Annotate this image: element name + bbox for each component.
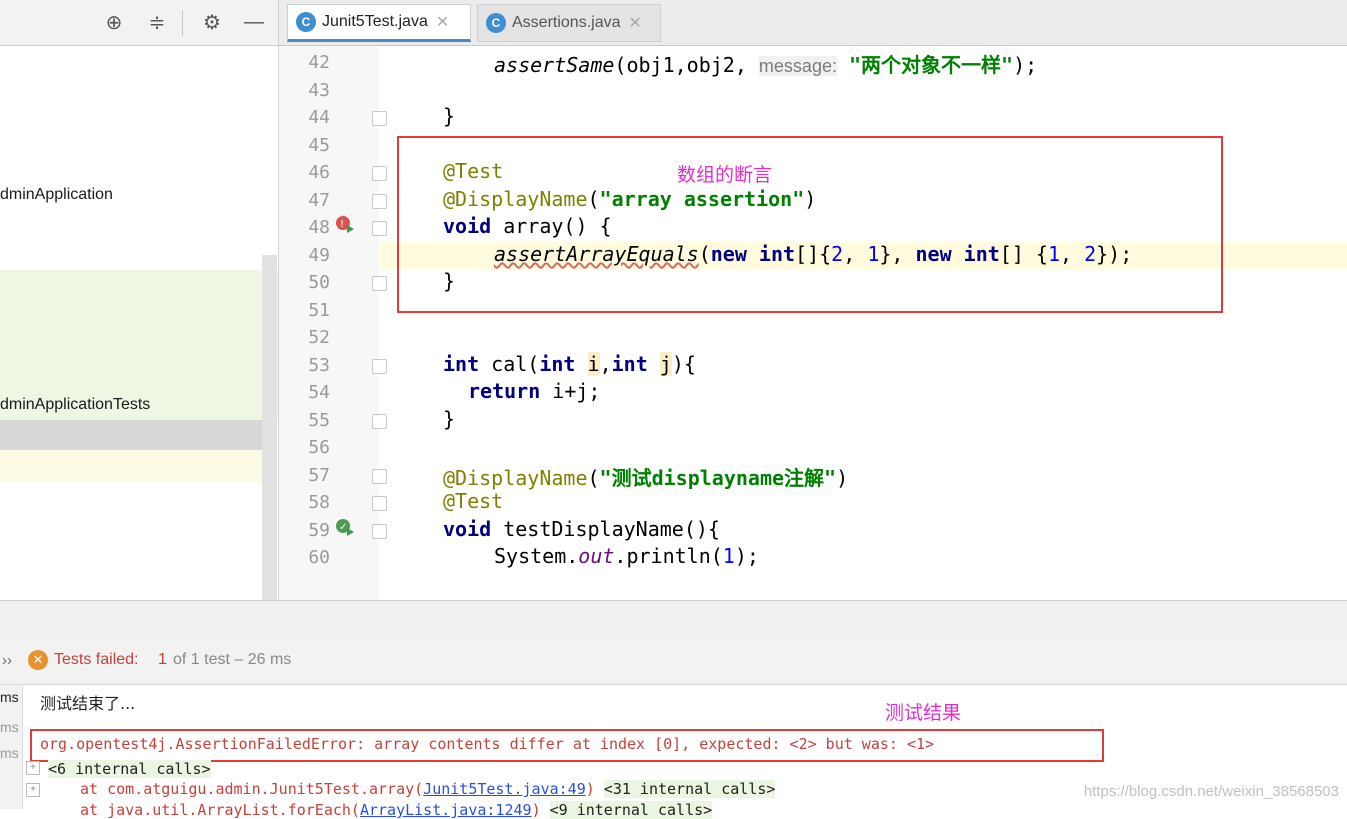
line-number: 46 xyxy=(308,162,330,183)
tests-summary: of 1 test – 26 ms xyxy=(173,651,292,668)
source-link[interactable]: Junit5Test.java:49 xyxy=(423,780,586,798)
run-passed-icon[interactable]: ✓ xyxy=(335,518,355,538)
internal-calls[interactable]: <31 internal calls> xyxy=(603,780,776,798)
tree-row-selected[interactable] xyxy=(0,420,262,450)
internal-calls[interactable]: <9 internal calls> xyxy=(549,801,713,819)
fold-marker[interactable] xyxy=(372,111,387,126)
line-number: 52 xyxy=(308,327,330,348)
editor-bottom-bar xyxy=(0,600,1347,643)
close-icon[interactable]: ✕ xyxy=(436,12,449,32)
line-number: 49 xyxy=(308,245,330,266)
duration-label: ms xyxy=(0,719,19,735)
fold-marker[interactable] xyxy=(372,276,387,291)
code-line-55: } xyxy=(443,407,456,431)
source-link[interactable]: ArrayList.java:1249 xyxy=(360,801,532,819)
tab-label: Assertions.java xyxy=(512,14,621,31)
expand-icon[interactable]: + xyxy=(26,761,40,775)
line-number: 53 xyxy=(308,355,330,376)
run-status-bar: ›› ✕ Tests failed: 1 of 1 test – 26 ms xyxy=(0,642,1347,685)
duration-label: ms xyxy=(0,745,19,761)
close-icon[interactable]: ✕ xyxy=(629,13,642,33)
toolbar-divider xyxy=(182,10,183,36)
editor-gutter xyxy=(279,46,379,600)
project-scrollbar[interactable] xyxy=(262,255,277,600)
tab-assertions[interactable]: C Assertions.java ✕ xyxy=(477,4,661,42)
minimize-icon[interactable]: — xyxy=(240,8,268,36)
code-line-44: } xyxy=(443,104,456,128)
parameter-hint: message: xyxy=(758,56,837,76)
code-line-53: int cal(int i,int j){ xyxy=(443,352,696,376)
expand-icon[interactable]: ›› xyxy=(2,652,12,669)
tree-item-admin-application-tests[interactable]: dminApplicationTests xyxy=(0,396,150,414)
fold-marker[interactable] xyxy=(372,524,387,539)
watermark: https://blog.csdn.net/weixin_38568503 xyxy=(1083,783,1339,800)
line-number: 48 xyxy=(308,217,330,238)
tree-item-admin-application[interactable]: dminApplication xyxy=(0,186,113,204)
code-line-42: assertSame(obj1,obj2, message: "两个对象不一样"… xyxy=(494,53,1038,77)
svg-text:✓: ✓ xyxy=(339,522,347,533)
code-line-58: @Test xyxy=(443,489,504,513)
code-line-57: @DisplayName("测试displayname注解") xyxy=(443,466,849,490)
project-panel: ⊕ ≑ ⚙ — dminApplication dminApplicationT… xyxy=(0,0,279,600)
class-icon: C xyxy=(486,13,506,33)
annotation-note: 数组的断言 xyxy=(677,165,773,186)
tests-failed-label: Tests failed: xyxy=(54,651,139,668)
line-number: 43 xyxy=(308,80,330,101)
line-number: 45 xyxy=(308,135,330,156)
console-line: 测试结束了... xyxy=(40,694,136,713)
gear-icon[interactable]: ⚙ xyxy=(198,8,226,36)
svg-text:!: ! xyxy=(340,219,344,230)
stack-line: at java.util.ArrayList.forEach(ArrayList… xyxy=(80,801,713,819)
code-line-59: void testDisplayName(){ xyxy=(443,517,720,541)
project-toolbar: ⊕ ≑ ⚙ — xyxy=(0,0,278,46)
code-line-60: System.out.println(1); xyxy=(494,544,759,568)
fold-marker[interactable] xyxy=(372,496,387,511)
failed-count: 1 xyxy=(158,651,167,668)
tab-label: Junit5Test.java xyxy=(322,13,428,30)
tab-junit5test[interactable]: C Junit5Test.java ✕ xyxy=(287,4,471,42)
line-number: 44 xyxy=(308,107,330,128)
line-number: 57 xyxy=(308,465,330,486)
fold-marker[interactable] xyxy=(372,469,387,484)
annotation-note: 测试结果 xyxy=(885,703,962,724)
code-line-54: return i+j; xyxy=(468,379,601,403)
fold-marker[interactable] xyxy=(372,414,387,429)
fold-marker[interactable] xyxy=(372,221,387,236)
locate-icon[interactable]: ⊕ xyxy=(100,8,128,36)
line-number: 47 xyxy=(308,190,330,211)
line-number: 55 xyxy=(308,410,330,431)
line-number: 56 xyxy=(308,437,330,458)
line-number: 59 xyxy=(308,520,330,541)
editor-tab-bar: C Junit5Test.java ✕ C Assertions.java ✕ xyxy=(279,0,1347,46)
line-number: 42 xyxy=(308,52,330,73)
fold-marker[interactable] xyxy=(372,359,387,374)
failed-status-icon: ✕ xyxy=(28,650,48,670)
line-number: 58 xyxy=(308,492,330,513)
duration-label: ms xyxy=(0,689,19,705)
stack-line: at com.atguigu.admin.Junit5Test.array(Ju… xyxy=(80,780,776,798)
annotation-box xyxy=(397,136,1223,313)
run-failed-icon[interactable]: ! xyxy=(335,215,355,235)
line-number: 54 xyxy=(308,382,330,403)
collapse-icon[interactable]: ≑ xyxy=(143,8,171,36)
line-number: 51 xyxy=(308,300,330,321)
tree-row-highlight xyxy=(0,450,262,482)
test-tree-strip: ms ms ms xyxy=(0,685,23,809)
fold-marker[interactable] xyxy=(372,166,387,181)
line-number: 60 xyxy=(308,547,330,568)
class-icon: C xyxy=(296,12,316,32)
expand-icon[interactable]: + xyxy=(26,783,40,797)
error-line: org.opentest4j.AssertionFailedError: arr… xyxy=(40,735,935,753)
fold-marker[interactable] xyxy=(372,194,387,209)
internal-calls[interactable]: <6 internal calls> xyxy=(48,760,211,778)
line-number: 50 xyxy=(308,272,330,293)
